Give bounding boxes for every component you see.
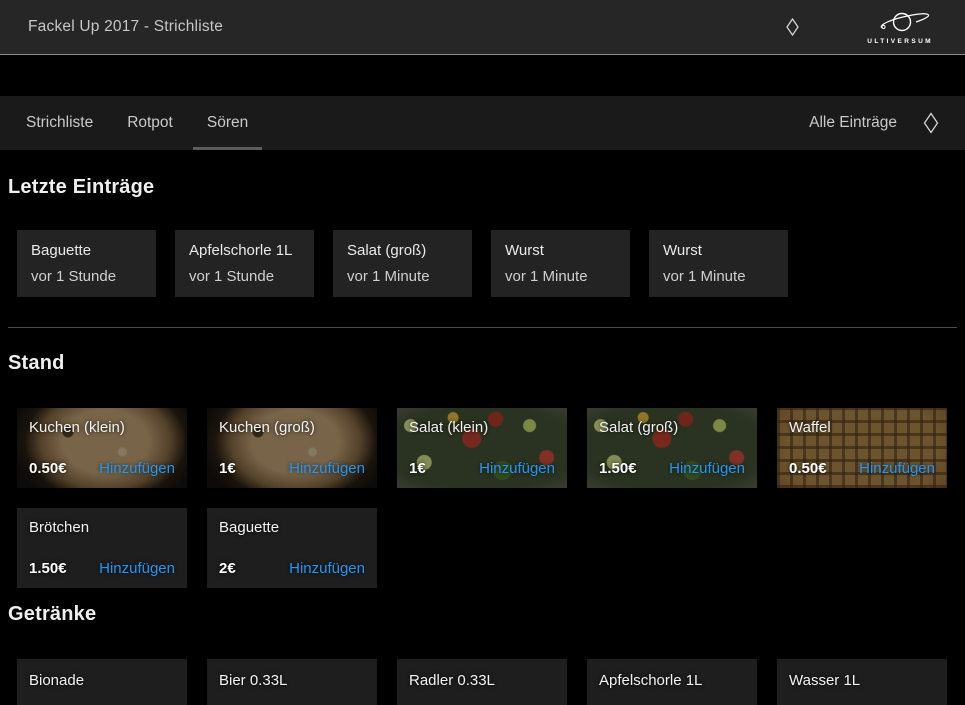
recent-entry-time: vor 1 Minute	[347, 268, 458, 285]
product-name: Apfelschorle 1L	[599, 670, 745, 689]
app-header: Fackel Up 2017 - Strichliste ULTIVERSUM	[0, 0, 965, 55]
product-name: Kuchen (groß)	[219, 419, 365, 436]
product-card: Kuchen (klein) 0.50€ Hinzufügen	[17, 408, 187, 488]
add-button[interactable]: Hinzufügen	[289, 460, 365, 477]
recent-entry-name: Apfelschorle 1L	[189, 242, 300, 259]
recent-entry-name: Wurst	[505, 242, 616, 259]
ultiversum-logo: ULTIVERSUM	[867, 10, 933, 45]
product-name: Wasser 1L	[789, 670, 935, 689]
product-card: Bier 0.33L	[207, 659, 377, 705]
tab-bar: Strichliste Rotpot Sören Alle Einträge	[0, 96, 965, 150]
recent-entry-card: Wurst vor 1 Minute	[491, 230, 630, 297]
product-card: Salat (klein) 1€ Hinzufügen	[397, 408, 567, 488]
ringed-planet-icon	[869, 10, 931, 37]
product-price: 1€	[219, 460, 236, 477]
recent-entry-card: Baguette vor 1 Stunde	[17, 230, 156, 297]
product-card: Brötchen 1.50€ Hinzufügen	[17, 508, 187, 588]
diamond-icon[interactable]	[919, 108, 943, 138]
main-content: Letzte Einträge Baguette vor 1 Stunde Ap…	[0, 176, 965, 705]
recent-entry-time: vor 1 Minute	[505, 268, 616, 285]
add-button[interactable]: Hinzufügen	[99, 560, 175, 577]
recent-entry-card: Salat (groß) vor 1 Minute	[333, 230, 472, 297]
product-card: Apfelschorle 1L	[587, 659, 757, 705]
tab-strichliste[interactable]: Strichliste	[12, 96, 107, 150]
add-button[interactable]: Hinzufügen	[479, 460, 555, 477]
product-card: Waffel 0.50€ Hinzufügen	[777, 408, 947, 488]
recent-entry-time: vor 1 Minute	[663, 268, 774, 285]
logo-text: ULTIVERSUM	[867, 38, 933, 45]
tab-soeren[interactable]: Sören	[193, 96, 262, 150]
product-card: Radler 0.33L	[397, 659, 567, 705]
recent-entries-row: Baguette vor 1 Stunde Apfelschorle 1L vo…	[17, 230, 957, 297]
product-price: 0.50€	[29, 460, 67, 477]
recent-section-title: Letzte Einträge	[8, 176, 957, 199]
stand-product-grid: Kuchen (klein) 0.50€ Hinzufügen Kuchen (…	[17, 408, 948, 588]
section-divider	[8, 327, 957, 328]
product-price: 1.50€	[599, 460, 637, 477]
app-title: Fackel Up 2017 - Strichliste	[28, 18, 223, 36]
product-price: 1.50€	[29, 560, 67, 577]
product-name: Waffel	[789, 419, 935, 436]
recent-entry-card: Wurst vor 1 Minute	[649, 230, 788, 297]
product-card: Wasser 1L	[777, 659, 947, 705]
add-button[interactable]: Hinzufügen	[669, 460, 745, 477]
product-name: Baguette	[219, 519, 365, 536]
drinks-product-grid: Bionade Bier 0.33L Radler 0.33L Apfelsch…	[17, 659, 948, 705]
product-price: 1€	[409, 460, 426, 477]
tabs: Strichliste Rotpot Sören	[9, 96, 265, 150]
recent-entry-name: Baguette	[31, 242, 142, 259]
add-button[interactable]: Hinzufügen	[289, 560, 365, 577]
all-entries-button[interactable]: Alle Einträge	[809, 114, 897, 132]
tabbar-right: Alle Einträge	[809, 96, 943, 150]
product-name: Brötchen	[29, 519, 175, 536]
recent-entry-card: Apfelschorle 1L vor 1 Stunde	[175, 230, 314, 297]
recent-entry-name: Salat (groß)	[347, 242, 458, 259]
add-button[interactable]: Hinzufügen	[99, 460, 175, 477]
product-name: Bier 0.33L	[219, 670, 365, 689]
product-card: Kuchen (groß) 1€ Hinzufügen	[207, 408, 377, 488]
recent-entry-time: vor 1 Stunde	[189, 268, 300, 285]
product-name: Salat (klein)	[409, 419, 555, 436]
recent-entry-name: Wurst	[663, 242, 774, 259]
product-price: 2€	[219, 560, 236, 577]
product-price: 0.50€	[789, 460, 827, 477]
tab-rotpot[interactable]: Rotpot	[113, 96, 187, 150]
add-button[interactable]: Hinzufügen	[859, 460, 935, 477]
product-card: Baguette 2€ Hinzufügen	[207, 508, 377, 588]
product-name: Salat (groß)	[599, 419, 745, 436]
product-name: Kuchen (klein)	[29, 419, 175, 436]
stand-section-title: Stand	[8, 352, 957, 375]
product-card: Salat (groß) 1.50€ Hinzufügen	[587, 408, 757, 488]
diamond-icon[interactable]	[782, 14, 803, 40]
header-right: ULTIVERSUM	[782, 10, 965, 45]
product-name: Radler 0.33L	[409, 670, 555, 689]
product-name: Bionade	[29, 670, 175, 689]
product-card: Bionade	[17, 659, 187, 705]
drinks-section-title: Getränke	[8, 603, 957, 626]
recent-entry-time: vor 1 Stunde	[31, 268, 142, 285]
